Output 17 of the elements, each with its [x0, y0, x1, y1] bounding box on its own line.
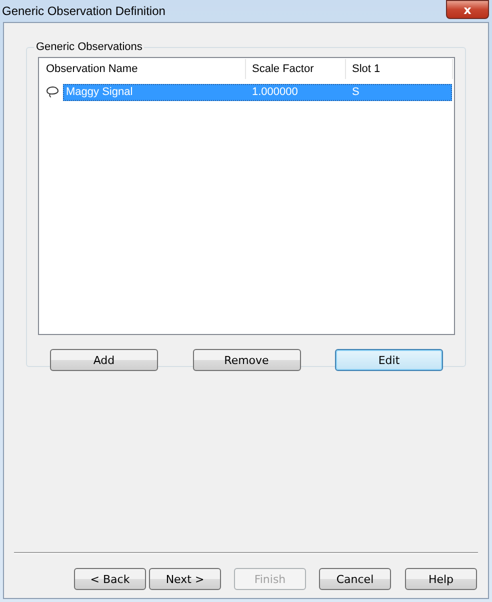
wizard-button[interactable]: Next > [149, 568, 221, 590]
wizard-button[interactable]: Help [405, 568, 477, 590]
table-cell-text: S [351, 85, 360, 100]
column-header[interactable]: Scale Factor [246, 59, 346, 79]
dialog-button[interactable]: Remove [192, 349, 300, 371]
dialog-button[interactable]: Add [50, 349, 158, 371]
column-header[interactable]: Slot 1 [346, 59, 453, 79]
window-title: Generic Observation Definition [2, 4, 166, 18]
group-title: Generic Observations [35, 41, 144, 53]
wizard-button[interactable]: Cancel [319, 568, 391, 590]
lasso-icon [46, 85, 60, 99]
table-cell-text: Maggy Signal [65, 85, 134, 100]
close-button[interactable]: x [446, 0, 489, 19]
dialog-button[interactable]: Edit [335, 349, 443, 371]
wizard-button[interactable]: < Back [74, 568, 146, 590]
column-header[interactable]: Observation Name [40, 59, 246, 79]
table-cell-text: 1.000000 [251, 85, 299, 100]
